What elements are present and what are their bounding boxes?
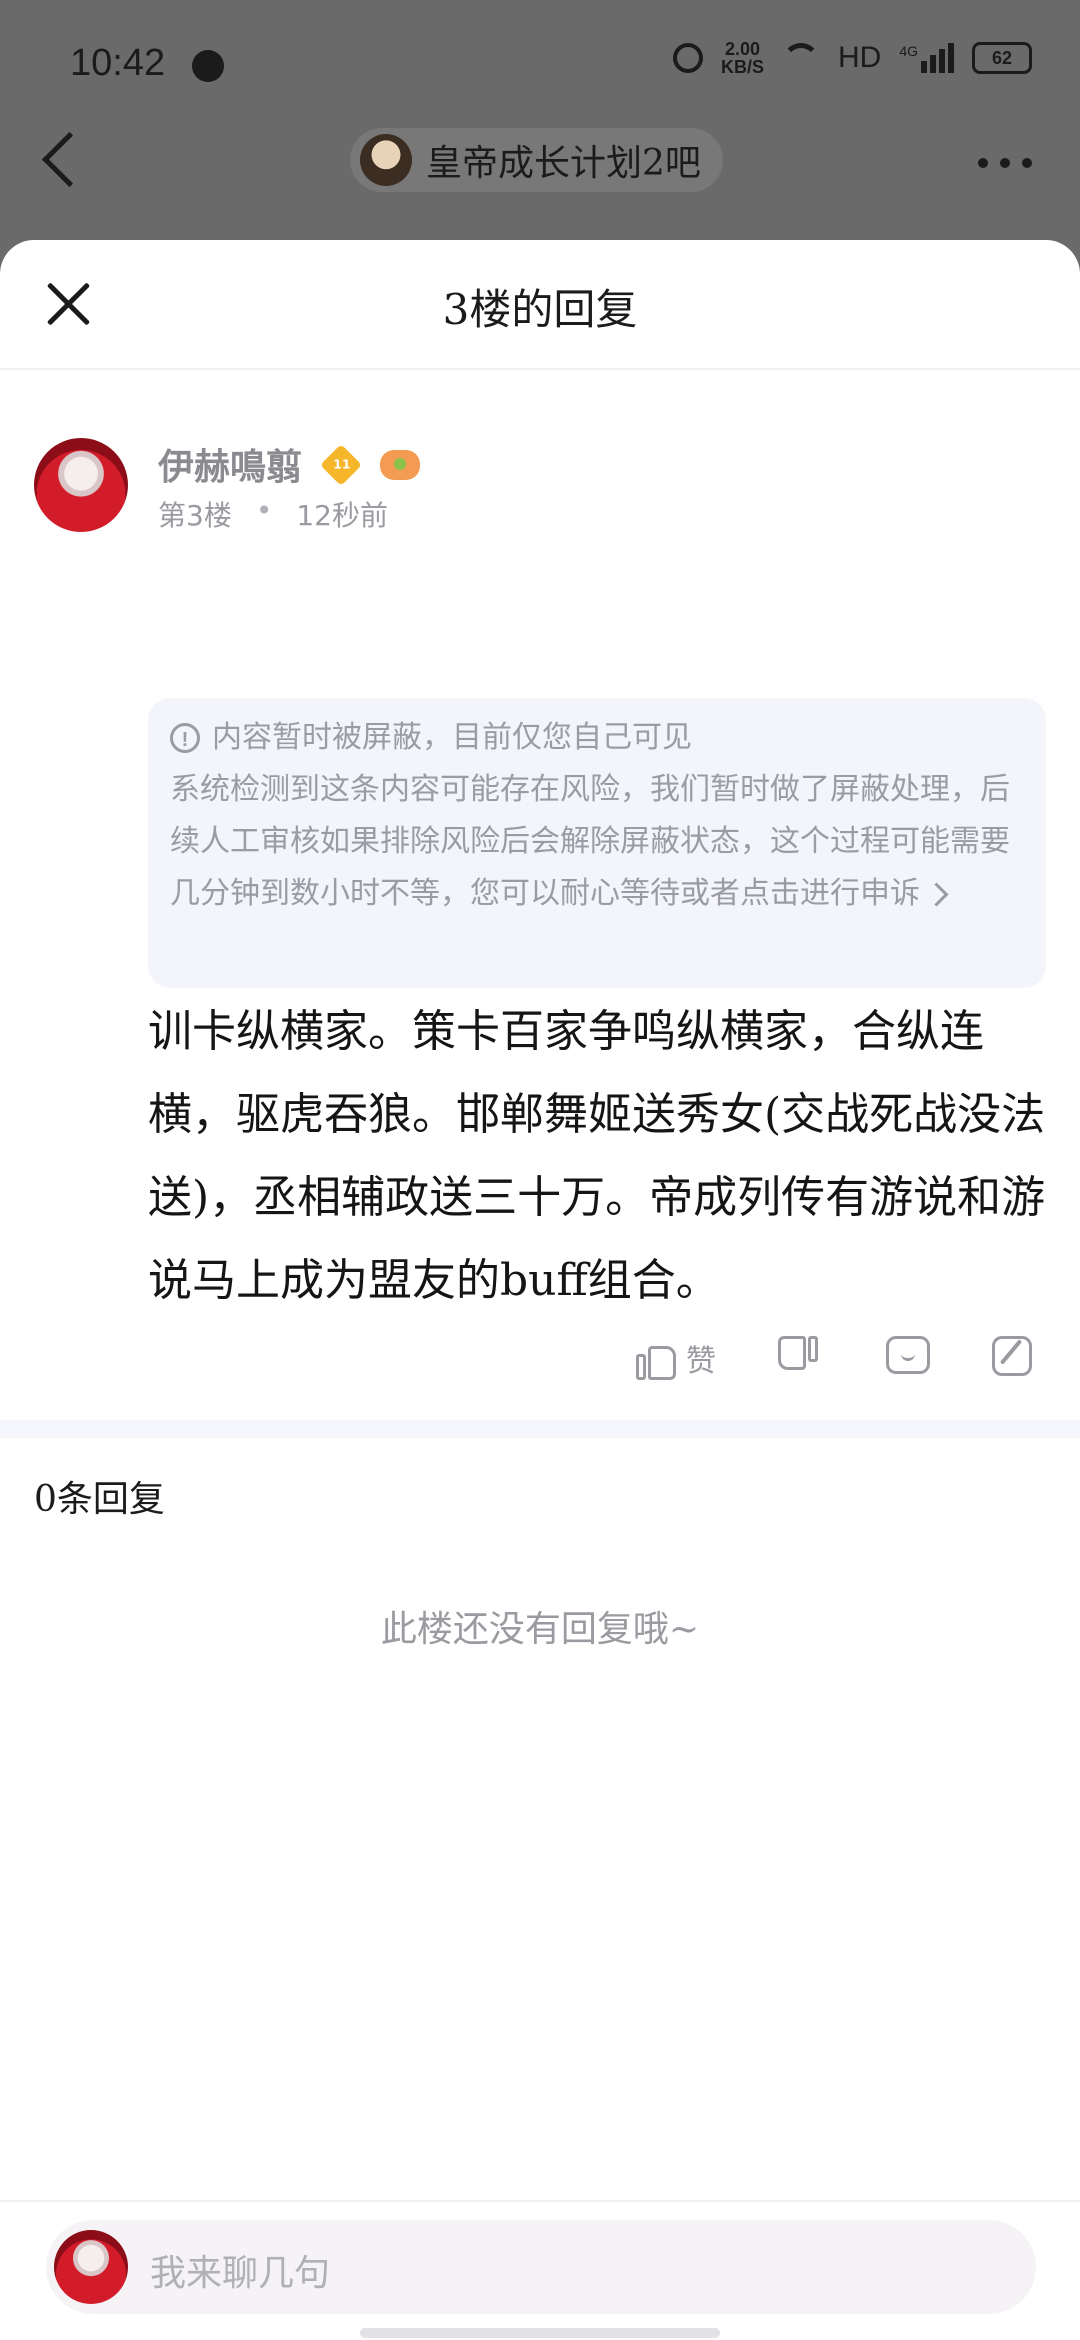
info-icon (170, 714, 200, 766)
reply-button[interactable] (886, 1336, 930, 1374)
forum-name: 皇帝成长计划2吧 (426, 143, 701, 184)
empty-replies-text: 此楼还没有回复哦~ (380, 1609, 700, 1650)
post-time: 12秒前 (296, 499, 388, 532)
level-badge-icon: 11 (320, 444, 362, 486)
section-divider (0, 1420, 1080, 1438)
reply-input-bar: 我来聊几句 (0, 2200, 1080, 2340)
level-number: 11 (333, 456, 351, 472)
blocked-title-text: 内容暂时被屏蔽，目前仅您自己可见 (212, 720, 692, 755)
back-icon[interactable] (41, 131, 98, 188)
more-icon[interactable] (978, 158, 1032, 168)
top-nav: 皇帝成长计划2吧 (0, 120, 1080, 210)
floor-number: 第3楼 (158, 499, 232, 532)
battery-icon: 62 (972, 42, 1032, 74)
post-meta: 第3楼 • 12秒前 (158, 494, 388, 534)
thumbs-up-icon (636, 1336, 676, 1380)
edit-button[interactable] (992, 1336, 1032, 1376)
thumbs-down-icon (778, 1336, 818, 1380)
net-speed-unit: KB/S (720, 57, 764, 77)
hd-label: HD (837, 41, 882, 74)
like-label: 赞 (686, 1344, 716, 1379)
sheet-header: 3楼的回复 (0, 240, 1080, 370)
game-icon (380, 450, 420, 480)
reply-input-placeholder: 我来聊几句 (150, 2253, 331, 2294)
avatar[interactable] (34, 438, 128, 532)
appeal-link[interactable]: 点击进行申诉 (740, 868, 949, 920)
blocked-notice-title: 内容暂时被屏蔽，目前仅您自己可见 (170, 712, 1024, 766)
signal-icon: 4G (899, 43, 954, 73)
meta-separator: • (255, 494, 273, 527)
dislike-button[interactable] (778, 1336, 818, 1380)
like-button[interactable]: 赞 (636, 1336, 716, 1380)
floor-post: 伊赫鳴翦 11 第3楼 • 12秒前 内容暂时被屏蔽，目前仅您自己可见 系统检测… (0, 370, 1080, 1650)
post-content: 训卡纵横家。策卡百家争鸣纵横家，合纵连横，驱虎吞狼。邯郸舞姬送秀女(交战死战没法… (148, 1006, 1046, 1306)
forum-pill[interactable]: 皇帝成长计划2吧 (350, 128, 723, 192)
blocked-notice: 内容暂时被屏蔽，目前仅您自己可见 系统检测到这条内容可能存在风险，我们暂时做了屏… (148, 698, 1046, 988)
forum-avatar (360, 134, 412, 186)
home-indicator[interactable] (360, 2328, 720, 2338)
edit-icon (992, 1336, 1032, 1376)
wifi-icon (781, 43, 820, 73)
status-time: 10:42 (70, 42, 166, 84)
post-actions: 赞 (0, 1336, 1080, 1396)
reply-input[interactable]: 我来聊几句 (46, 2220, 1036, 2314)
status-indicators: 2.00 KB/S HD 4G 62 (672, 40, 1032, 76)
globe-icon (192, 50, 224, 82)
network-type: 4G (899, 43, 918, 59)
username[interactable]: 伊赫鳴翦 (158, 438, 302, 490)
comment-icon (886, 1336, 930, 1374)
replies-count: 0条回复 (34, 1479, 165, 1520)
status-bar: 10:42 2.00 KB/S HD 4G 62 (0, 0, 1080, 130)
sheet-title: 3楼的回复 (442, 285, 638, 334)
net-speed-value: 2.00 (724, 39, 760, 59)
alarm-icon (672, 43, 703, 73)
chevron-right-icon (924, 881, 949, 907)
appeal-link-label: 点击进行申诉 (740, 876, 920, 911)
input-avatar (54, 2230, 128, 2304)
reply-sheet: 3楼的回复 伊赫鳴翦 11 第3楼 • 12秒前 内容暂时被屏蔽，目前仅您自己可… (0, 240, 1080, 2340)
net-speed: 2.00 KB/S (721, 40, 764, 76)
